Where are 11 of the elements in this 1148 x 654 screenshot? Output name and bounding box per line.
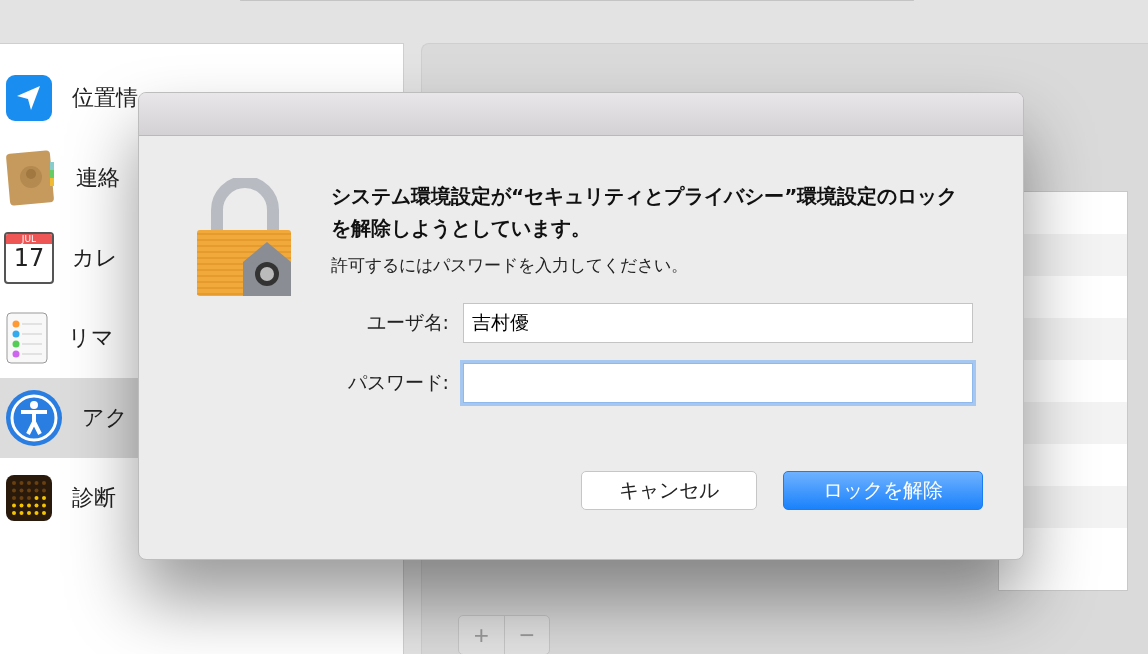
- sidebar-label: リマ: [68, 324, 114, 352]
- sidebar-label: 位置情: [72, 84, 138, 112]
- sidebar-label: アク: [82, 404, 128, 432]
- sidebar-label: 診断: [72, 484, 116, 512]
- field-label: ユーザ名:: [365, 310, 449, 335]
- dialog-message: 許可するにはパスワードを入力してください。: [331, 254, 689, 277]
- field-label: パスワード:: [346, 370, 449, 395]
- dialog-title: システム環境設定が“セキュリティとプライバシー”環境設定のロックを解除しようとしています。: [331, 183, 959, 242]
- sidebar-label: カレ: [72, 244, 118, 272]
- calendar-icon: JUL 17: [4, 232, 54, 284]
- sidebar-label: 連絡: [76, 164, 120, 192]
